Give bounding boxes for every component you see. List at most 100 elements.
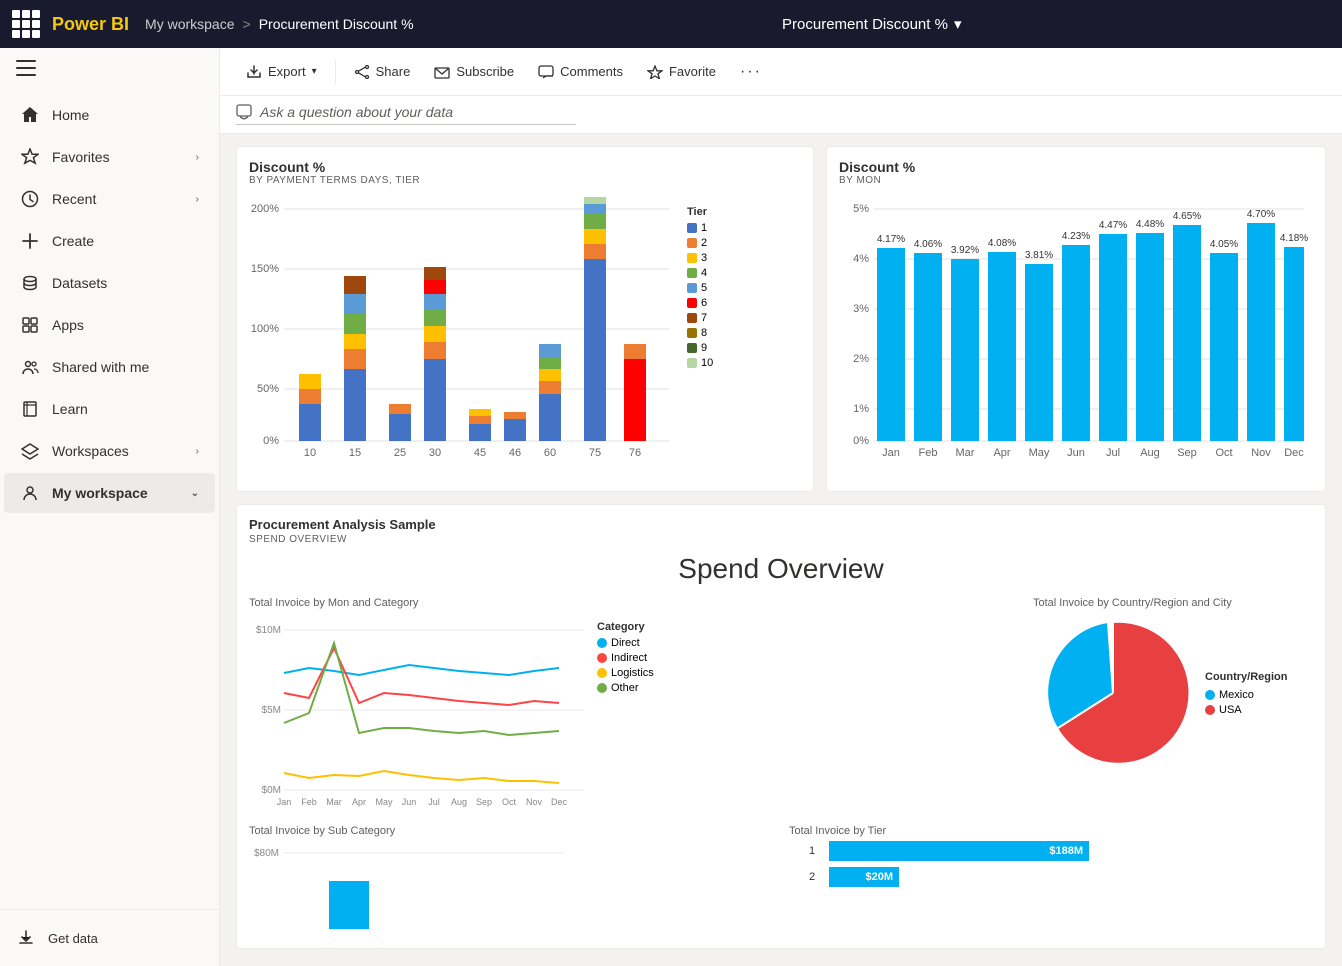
svg-text:4.17%: 4.17% [877,234,905,245]
favorite-button[interactable]: Favorite [637,58,726,85]
svg-text:Oct: Oct [502,797,517,807]
pie-chart-legend: Mexico USA [1205,689,1288,716]
sidebar-item-datasets[interactable]: Datasets [4,263,215,303]
sidebar-item-home[interactable]: Home [4,95,215,135]
svg-text:2%: 2% [853,353,869,365]
toolbar-divider-1 [335,60,336,84]
sidebar-item-favorites[interactable]: Favorites › [4,137,215,177]
tier-row-1: 1 $188M [809,841,1313,861]
center-title-text: Procurement Discount % [782,16,948,33]
export-button[interactable]: Export ▾ [236,58,327,85]
svg-text:0%: 0% [853,435,869,447]
pie-chart-container: Total Invoice by Country/Region and City [1033,597,1313,813]
grid-icon [20,315,40,335]
pie-chart [1033,613,1193,773]
svg-text:1%: 1% [853,403,869,415]
sub-category-container: Total Invoice by Sub Category $80M [249,825,773,936]
get-data-label: Get data [48,931,98,946]
svg-text:$0M: $0M [262,785,281,796]
charts-row-1: Discount % BY PAYMENT TERMS DAYS, TIER 2… [236,146,1326,492]
discount-monthly-bar-card[interactable]: Discount % BY MON 5% 4% 3% 2% 1% 0% [826,146,1326,492]
svg-text:$5M: $5M [262,705,281,716]
chart1-legend: 1 2 3 4 5 6 7 8 9 10 [687,222,713,369]
waffle-menu[interactable] [12,10,40,38]
chat-icon [236,104,252,120]
svg-text:$80M: $80M [254,848,279,859]
svg-text:Jul: Jul [1106,447,1120,459]
comments-button[interactable]: Comments [528,58,633,85]
subscribe-label: Subscribe [456,64,514,79]
svg-text:10: 10 [304,447,316,459]
svg-text:60: 60 [544,447,556,459]
subscribe-button[interactable]: Subscribe [424,58,524,85]
svg-text:4.70%: 4.70% [1247,209,1275,220]
book-icon [20,399,40,419]
page-title: Procurement Discount % [259,16,414,32]
svg-text:Jun: Jun [1067,447,1085,459]
pie-chart-title: Total Invoice by Country/Region and City [1033,597,1313,609]
discount-stacked-bar-card[interactable]: Discount % BY PAYMENT TERMS DAYS, TIER 2… [236,146,814,492]
sidebar-item-apps[interactable]: Apps [4,305,215,345]
charts-area: Discount % BY PAYMENT TERMS DAYS, TIER 2… [220,134,1342,966]
line-chart: $10M $5M $0M [249,613,589,813]
breadcrumb-separator: > [243,16,251,32]
svg-text:Dec: Dec [1284,447,1304,459]
sidebar-item-shared-label: Shared with me [52,359,149,375]
sidebar-item-create[interactable]: Create [4,221,215,261]
sidebar-toggle[interactable] [0,48,219,93]
sidebar: Home Favorites › Recent › Cr [0,48,220,966]
sub-category-chart: $80M [249,841,569,931]
procurement-title: Procurement Analysis Sample [249,517,1313,532]
subscribe-icon [434,65,450,79]
chevron-right-icon: › [196,152,199,163]
svg-text:45: 45 [474,447,486,459]
svg-text:Feb: Feb [919,447,938,459]
tier-bar-container: Total Invoice by Tier 1 $188M 2 [789,825,1313,936]
qna-input[interactable]: Ask a question about your data [236,104,576,125]
breadcrumb: My workspace > Procurement Discount % [145,16,414,32]
sidebar-item-shared[interactable]: Shared with me [4,347,215,387]
stacked-bar-chart: 200% 150% 100% 50% 0% [249,194,679,474]
svg-text:Apr: Apr [993,447,1010,459]
sidebar-item-learn[interactable]: Learn [4,389,215,429]
svg-text:200%: 200% [251,203,279,215]
sidebar-item-recent-label: Recent [52,191,96,207]
share-button[interactable]: Share [344,58,421,85]
monthly-bar-chart: 5% 4% 3% 2% 1% 0% [839,194,1309,474]
share-label: Share [376,64,411,79]
svg-text:15: 15 [349,447,361,459]
export-icon [246,65,262,79]
svg-text:5%: 5% [853,203,869,215]
home-icon [20,105,40,125]
svg-text:150%: 150% [251,263,279,275]
spend-overview-card: Procurement Analysis Sample SPEND OVERVI… [236,504,1326,949]
sidebar-item-recent[interactable]: Recent › [4,179,215,219]
line-chart-container: Total Invoice by Mon and Category $10M $… [249,597,1017,813]
topbar-center-title[interactable]: Procurement Discount % ▾ [719,15,1024,33]
svg-text:3%: 3% [853,303,869,315]
comments-icon [538,65,554,79]
sidebar-item-apps-label: Apps [52,317,84,333]
svg-text:Aug: Aug [1140,447,1160,459]
qna-placeholder: Ask a question about your data [260,104,453,120]
svg-text:Nov: Nov [1251,447,1271,459]
svg-text:Nov: Nov [526,797,543,807]
get-data-button[interactable]: Get data [16,922,203,954]
more-button[interactable]: ··· [730,57,772,87]
svg-text:46: 46 [509,447,521,459]
svg-text:25: 25 [394,447,406,459]
line-chart-legend: Direct Indirect Logistics Other [597,637,654,694]
clock-icon [20,189,40,209]
sidebar-item-workspaces-label: Workspaces [52,443,129,459]
star-icon [20,147,40,167]
sidebar-item-learn-label: Learn [52,401,88,417]
favorite-icon [647,65,663,79]
sidebar-item-workspaces[interactable]: Workspaces › [4,431,215,471]
chart2-title: Discount % [839,159,1313,175]
svg-text:Feb: Feb [301,797,317,807]
sidebar-item-myworkspace[interactable]: My workspace ⌄ [4,473,215,513]
sidebar-item-datasets-label: Datasets [52,275,107,291]
svg-text:Apr: Apr [352,797,366,807]
workspace-link[interactable]: My workspace [145,16,234,32]
svg-text:3.81%: 3.81% [1025,250,1053,261]
